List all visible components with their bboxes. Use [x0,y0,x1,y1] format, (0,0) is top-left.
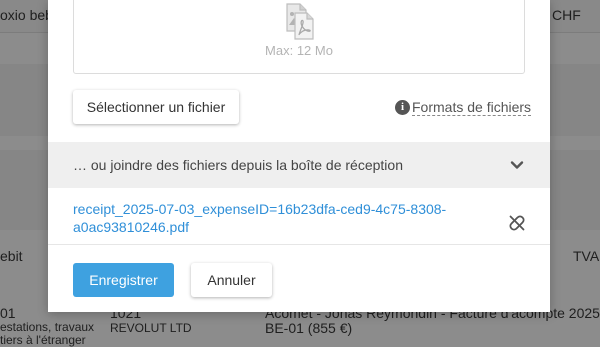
inbox-attach-toggle[interactable]: … ou joindre des fichiers depuis la boît… [48,142,550,188]
attachment-dialog: Max: 12 Mo Sélectionner un fichier i For… [48,0,550,312]
max-size-label: Max: 12 Mo [265,43,333,58]
select-file-button[interactable]: Sélectionner un fichier [73,90,239,124]
chevron-down-icon[interactable] [510,158,524,172]
unlink-icon[interactable] [508,214,526,232]
inbox-attach-label: … ou joindre des fichiers depuis la boît… [73,157,403,173]
attachment-file-link[interactable]: receipt_2025-07-03_expenseID=16b23dfa-ce… [73,200,453,236]
divider [48,244,550,245]
cancel-button[interactable]: Annuler [191,263,272,297]
file-formats-link[interactable]: i Formats de fichiers [395,98,532,116]
file-dropzone[interactable]: Max: 12 Mo [73,0,525,74]
info-icon: i [395,99,410,115]
file-formats-label[interactable]: Formats de fichiers [412,99,532,116]
save-button[interactable]: Enregistrer [73,263,174,297]
file-image-pdf-icon [286,3,314,40]
